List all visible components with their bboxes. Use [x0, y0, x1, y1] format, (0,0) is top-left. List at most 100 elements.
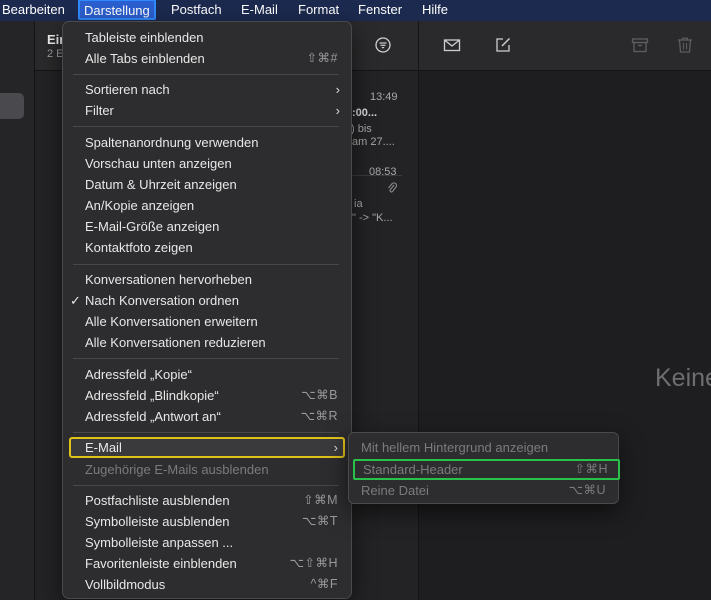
- view-menu: Tableiste einblenden Alle Tabs einblende…: [62, 21, 352, 599]
- shortcut: ⌥⇧⌘H: [289, 556, 338, 570]
- menu-item-adressfeld-antwort[interactable]: Adressfeld „Antwort an“ ⌥⌘R: [63, 406, 351, 427]
- submenu-item-standard-header: Standard-Header ⇧⌘H: [353, 459, 620, 480]
- menu-darstellung[interactable]: Darstellung: [78, 0, 156, 20]
- checkmark-icon: ✓: [70, 293, 81, 308]
- mailbox-sidebar: [0, 21, 35, 600]
- menu-divider: [73, 126, 339, 127]
- paperclip-icon: [388, 182, 397, 193]
- menu-item-kontaktfoto[interactable]: Kontaktfoto zeigen: [63, 237, 351, 258]
- trash-icon[interactable]: [676, 36, 694, 54]
- message-time: 08:53: [369, 166, 397, 178]
- menu-divider: [73, 432, 339, 433]
- menu-item-label: Adressfeld „Antwort an“: [85, 409, 221, 424]
- menu-item-postfachliste[interactable]: Postfachliste ausblenden ⇧⌘M: [63, 490, 351, 511]
- menu-item-label: Symbolleiste ausblenden: [85, 514, 230, 529]
- menu-item-label: Favoritenleiste einblenden: [85, 556, 237, 571]
- chevron-right-icon: ›: [335, 82, 340, 97]
- menu-item-nach-konversation[interactable]: ✓ Nach Konversation ordnen: [63, 290, 351, 311]
- menu-item-label: Reine Datei: [361, 483, 429, 498]
- message-preview: am 27....: [352, 136, 395, 148]
- shortcut: ⌥⌘B: [301, 388, 338, 402]
- menu-item-label: Alle Konversationen reduzieren: [85, 335, 266, 350]
- menu-item-label: Vorschau unten anzeigen: [85, 156, 232, 171]
- no-message-placeholder: Keine: [655, 364, 711, 392]
- menu-fenster[interactable]: Fenster: [358, 0, 402, 21]
- menu-item-groesse[interactable]: E-Mail-Größe anzeigen: [63, 216, 351, 237]
- selected-mailbox[interactable]: [0, 93, 24, 119]
- menu-item-vorschau[interactable]: Vorschau unten anzeigen: [63, 153, 351, 174]
- menu-email[interactable]: E-Mail: [241, 0, 278, 21]
- menu-item-label: Alle Konversationen erweitern: [85, 314, 258, 329]
- menu-bearbeiten[interactable]: Bearbeiten: [2, 0, 65, 21]
- menu-item-datum[interactable]: Datum & Uhrzeit anzeigen: [63, 174, 351, 195]
- menu-item-reduzieren[interactable]: Alle Konversationen reduzieren: [63, 332, 351, 353]
- menu-item-label: Alle Tabs einblenden: [85, 51, 205, 66]
- reading-toolbar: [419, 21, 711, 71]
- shortcut: ⌥⌘T: [301, 514, 338, 528]
- shortcut: ^⌘F: [310, 577, 338, 591]
- menu-item-symbolleiste-ausblenden[interactable]: Symbolleiste ausblenden ⌥⌘T: [63, 511, 351, 532]
- menu-item-label: Mit hellem Hintergrund anzeigen: [361, 440, 549, 455]
- menu-item-label: Symbolleiste anpassen ...: [85, 535, 234, 550]
- menu-item-filter[interactable]: Filter ›: [63, 100, 351, 121]
- menu-item-label: E-Mail-Größe anzeigen: [85, 219, 220, 234]
- message-preview: ia: [354, 198, 363, 210]
- menu-item-symbolleiste-anpassen[interactable]: Symbolleiste anpassen ...: [63, 532, 351, 553]
- menu-item-label: Postfachliste ausblenden: [85, 493, 230, 508]
- menu-item-label: Spaltenanordnung verwenden: [85, 135, 259, 150]
- email-submenu: Mit hellem Hintergrund anzeigen Standard…: [348, 432, 620, 504]
- reading-pane: Keine: [419, 21, 711, 600]
- menu-item-label: Filter: [85, 103, 114, 118]
- menu-item-zugehoerige: Zugehörige E-Mails ausblenden: [63, 459, 351, 480]
- chevron-right-icon: ›: [333, 440, 338, 455]
- submenu-item-hell: Mit hellem Hintergrund anzeigen: [349, 437, 618, 458]
- archive-icon[interactable]: [631, 36, 649, 54]
- shortcut: ⇧⌘#: [306, 51, 338, 65]
- menu-bar: Bearbeiten Darstellung Postfach E-Mail F…: [0, 0, 711, 21]
- menu-item-tableiste[interactable]: Tableiste einblenden: [63, 27, 351, 48]
- shortcut: ⇧⌘H: [574, 462, 608, 476]
- filter-icon[interactable]: [375, 37, 391, 53]
- menu-item-email[interactable]: E-Mail ›: [69, 437, 345, 458]
- envelope-icon[interactable]: [443, 36, 461, 54]
- message-subject: :00...: [352, 107, 378, 119]
- menu-item-adressfeld-kopie[interactable]: Adressfeld „Kopie“: [63, 364, 351, 385]
- shortcut: ⇧⌘M: [303, 493, 338, 507]
- menu-item-label: Tableiste einblenden: [85, 30, 204, 45]
- menu-item-favoritenleiste[interactable]: Favoritenleiste einblenden ⌥⇧⌘H: [63, 553, 351, 574]
- compose-icon[interactable]: [494, 36, 512, 54]
- menu-divider: [73, 264, 339, 265]
- menu-divider: [73, 358, 339, 359]
- chevron-right-icon: ›: [335, 103, 340, 118]
- menu-item-label: Standard-Header: [363, 462, 463, 477]
- menu-item-vollbild[interactable]: Vollbildmodus ^⌘F: [63, 574, 351, 595]
- menu-item-hervorheben[interactable]: Konversationen hervorheben: [63, 269, 351, 290]
- message-time: 13:49: [370, 91, 398, 103]
- menu-item-an-kopie[interactable]: An/Kopie anzeigen: [63, 195, 351, 216]
- menu-item-label: Datum & Uhrzeit anzeigen: [85, 177, 237, 192]
- menu-item-label: Adressfeld „Blindkopie“: [85, 388, 219, 403]
- message-preview: " -> "K...: [352, 212, 393, 224]
- menu-postfach[interactable]: Postfach: [171, 0, 222, 21]
- message-preview: ) bis: [351, 123, 372, 135]
- menu-item-label: Zugehörige E-Mails ausblenden: [85, 462, 269, 477]
- menu-item-erweitern[interactable]: Alle Konversationen erweitern: [63, 311, 351, 332]
- menu-format[interactable]: Format: [298, 0, 339, 21]
- shortcut: ⌥⌘U: [568, 483, 606, 497]
- menu-divider: [73, 74, 339, 75]
- menu-item-label: Vollbildmodus: [85, 577, 166, 592]
- menu-item-label: Adressfeld „Kopie“: [85, 367, 192, 382]
- menu-item-label: E-Mail: [85, 440, 122, 455]
- shortcut: ⌥⌘R: [300, 409, 338, 423]
- menu-item-label: Nach Konversation ordnen: [85, 293, 239, 308]
- submenu-item-reine-datei: Reine Datei ⌥⌘U: [349, 480, 618, 501]
- menu-item-label: Kontaktfoto zeigen: [85, 240, 193, 255]
- menu-item-label: Sortieren nach: [85, 82, 170, 97]
- menu-item-sortieren[interactable]: Sortieren nach ›: [63, 79, 351, 100]
- menu-item-alle-tabs[interactable]: Alle Tabs einblenden ⇧⌘#: [63, 48, 351, 69]
- menu-item-adressfeld-blindkopie[interactable]: Adressfeld „Blindkopie“ ⌥⌘B: [63, 385, 351, 406]
- menu-hilfe[interactable]: Hilfe: [422, 0, 448, 21]
- menu-divider: [73, 485, 339, 486]
- menu-item-label: Konversationen hervorheben: [85, 272, 252, 287]
- menu-item-spaltenanordnung[interactable]: Spaltenanordnung verwenden: [63, 132, 351, 153]
